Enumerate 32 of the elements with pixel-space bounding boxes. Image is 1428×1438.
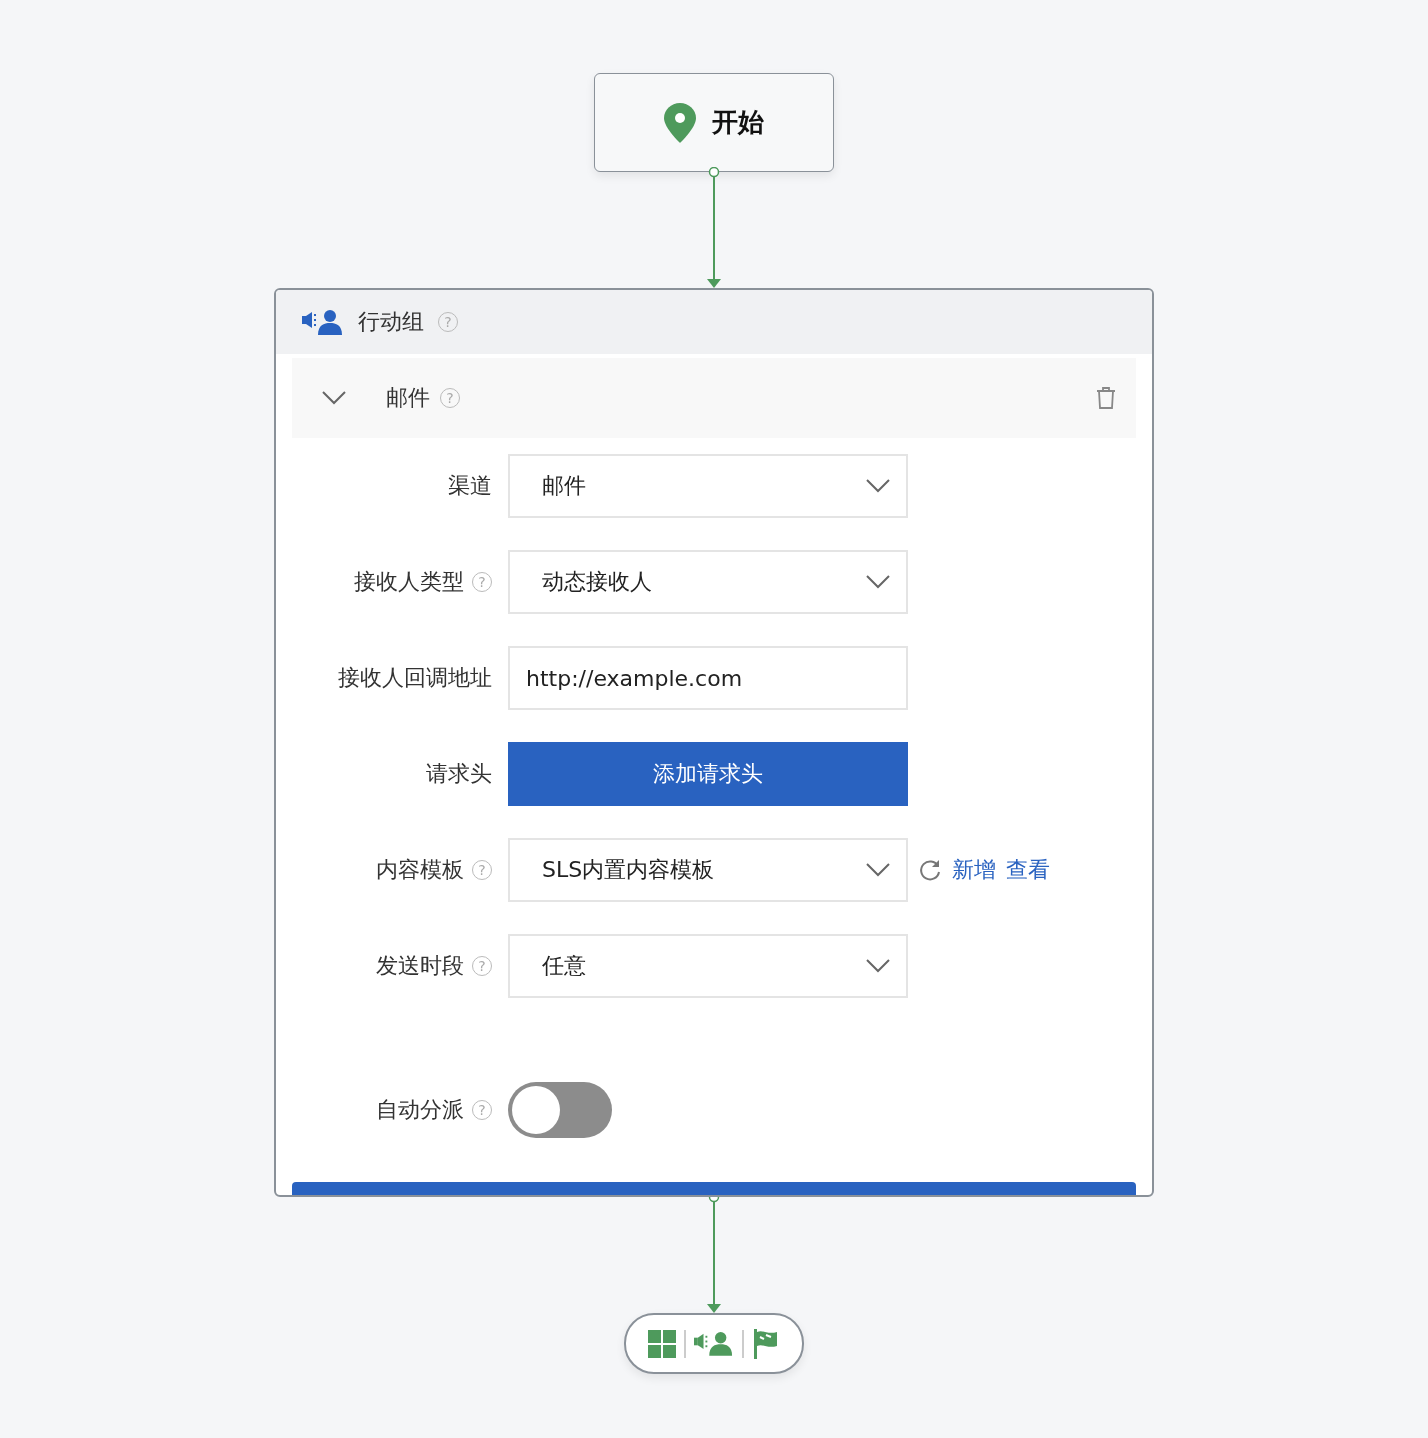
field-label: 接收人回调地址 xyxy=(338,664,492,692)
field-label: 接收人类型 xyxy=(354,568,464,596)
chevron-down-icon xyxy=(866,863,890,877)
refresh-icon[interactable] xyxy=(918,858,942,882)
chevron-down-icon xyxy=(866,959,890,973)
trash-icon[interactable] xyxy=(1096,387,1116,409)
field-label: 自动分派 xyxy=(376,1096,464,1124)
field-label: 发送时段 xyxy=(376,952,464,980)
action-title: 邮件 xyxy=(386,384,430,412)
start-label: 开始 xyxy=(712,106,764,139)
link[interactable]: 查看 xyxy=(1006,855,1050,885)
grid-icon[interactable] xyxy=(648,1329,676,1358)
flag-icon[interactable] xyxy=(752,1328,780,1359)
speaker-person-icon xyxy=(302,309,344,335)
select-field[interactable]: 动态接收人 xyxy=(508,550,908,614)
chevron-down-icon xyxy=(866,575,890,589)
select-field[interactable]: 邮件 xyxy=(508,454,908,518)
speaker-person-icon xyxy=(694,1331,734,1356)
input-field[interactable]: http://example.com xyxy=(508,646,908,710)
start-node[interactable]: 开始 xyxy=(594,73,834,172)
select-field[interactable]: 任意 xyxy=(508,934,908,998)
field-label: 请求头 xyxy=(426,760,492,788)
select-field[interactable]: SLS内置内容模板 xyxy=(508,838,908,902)
group-title: 行动组 xyxy=(358,308,424,336)
location-pin-icon xyxy=(664,102,696,143)
chevron-icon xyxy=(322,391,346,405)
toggle-switch[interactable] xyxy=(508,1082,612,1138)
field-label: 渠道 xyxy=(448,472,492,500)
link[interactable]: 新增 xyxy=(952,855,996,885)
add-header-button[interactable]: 添加请求头 xyxy=(508,742,908,806)
field-label: 内容模板 xyxy=(376,856,464,884)
chevron-down-icon xyxy=(866,479,890,493)
